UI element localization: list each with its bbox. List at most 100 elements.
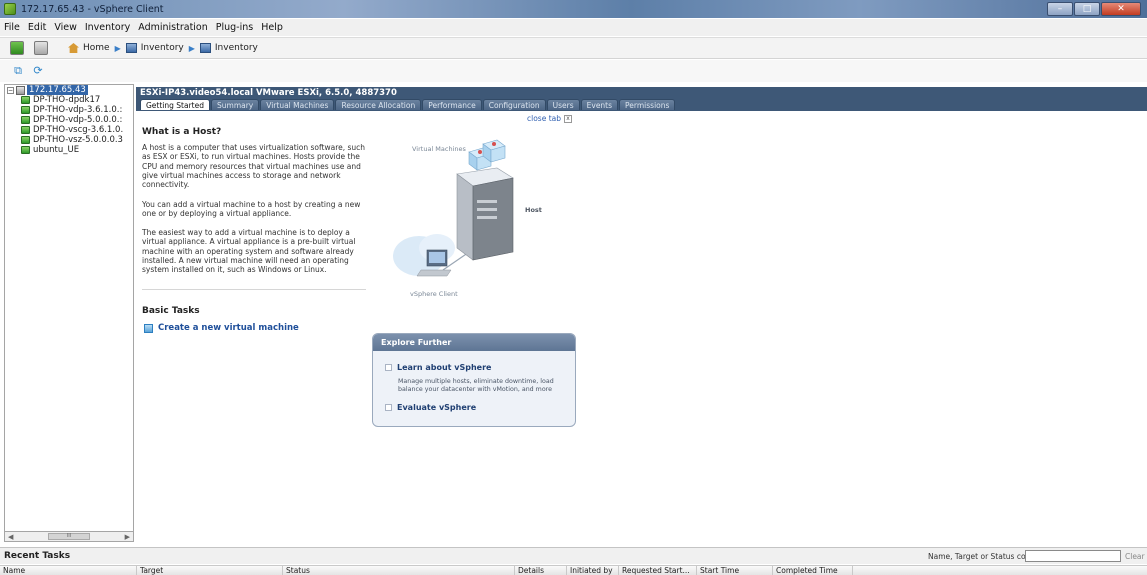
tasks-table-header: Name Target Status Details Initiated by …: [0, 565, 1147, 575]
forward-arrow-icon[interactable]: [10, 41, 24, 55]
vm-status-dot: [478, 150, 482, 154]
bullet-icon: [385, 404, 392, 411]
action-toolbar: ⧉ ⟳: [0, 60, 1147, 82]
host-title: ESXi-IP43.video54.local VMware ESXi, 6.5…: [140, 88, 397, 98]
column-details[interactable]: Details: [514, 566, 566, 575]
tree-vm-label[interactable]: DP-THO-vsz-5.0.0.0.3: [33, 135, 123, 145]
vm-powered-on-icon: [21, 126, 30, 134]
vsphere-client-label: vSphere Client: [410, 290, 458, 298]
basic-tasks-heading: Basic Tasks: [142, 306, 200, 316]
inventory-tree: − 172.17.65.43 DP-THO-dpdk17 DP-THO-vdp-…: [4, 84, 134, 541]
close-tab-label[interactable]: close tab: [527, 114, 561, 123]
scroll-thumb[interactable]: III: [48, 533, 90, 540]
column-start-time[interactable]: Start Time: [696, 566, 772, 575]
filter-input[interactable]: [1025, 550, 1121, 562]
tab-events[interactable]: Events: [580, 99, 619, 110]
close-window-button[interactable]: ✕: [1101, 2, 1141, 16]
tab-users[interactable]: Users: [546, 99, 580, 110]
learn-vsphere-label[interactable]: Learn about vSphere: [397, 363, 491, 372]
evaluate-vsphere-link[interactable]: Evaluate vSphere: [385, 403, 476, 412]
scroll-right-icon[interactable]: ▶: [125, 533, 130, 541]
vm-powered-on-icon: [21, 146, 30, 154]
paragraph-add-vm: You can add a virtual machine to a host …: [142, 200, 361, 219]
back-arrow-icon[interactable]: [34, 41, 48, 55]
close-tab-link[interactable]: close tab x: [527, 114, 572, 123]
tree-vm-label[interactable]: DP-THO-vdp-3.6.1.0.:: [33, 105, 122, 115]
vm-status-dot: [492, 142, 496, 146]
column-target[interactable]: Target: [136, 566, 282, 575]
column-status[interactable]: Status: [282, 566, 514, 575]
refresh-icon[interactable]: ⟳: [32, 65, 44, 77]
menu-edit[interactable]: Edit: [28, 22, 46, 33]
tree-vm-item[interactable]: DP-THO-vdp-3.6.1.0.:: [5, 105, 133, 115]
breadcrumb-arrow-icon: ▶: [114, 43, 121, 53]
virtual-machines-label: Virtual Machines: [412, 145, 466, 153]
tree-horizontal-scrollbar[interactable]: ◀ III ▶: [4, 531, 134, 542]
column-initiated-by[interactable]: Initiated by: [566, 566, 618, 575]
tree-vm-item[interactable]: DP-THO-dpdk17: [5, 95, 133, 105]
window-title: 172.17.65.43 - vSphere Client: [21, 3, 164, 15]
menu-view[interactable]: View: [54, 22, 77, 33]
column-name[interactable]: Name: [0, 566, 136, 575]
vsphere-client-window: 172.17.65.43 - vSphere Client – □ ✕ File…: [0, 0, 1147, 575]
tab-configuration[interactable]: Configuration: [482, 99, 546, 110]
navigation-toolbar: Home ▶ Inventory ▶ Inventory: [0, 37, 1147, 59]
learn-vsphere-description: Manage multiple hosts, eliminate downtim…: [398, 378, 554, 393]
tree-host-label[interactable]: 172.17.65.43: [27, 85, 88, 95]
tab-permissions[interactable]: Permissions: [619, 99, 676, 110]
column-requested-start[interactable]: Requested Start...: [618, 566, 696, 575]
menu-plugins[interactable]: Plug-ins: [216, 22, 253, 33]
tab-virtual-machines[interactable]: Virtual Machines: [260, 99, 335, 110]
tree-vm-item[interactable]: DP-THO-vscg-3.6.1.0.: [5, 125, 133, 135]
breadcrumb-inventory[interactable]: Inventory: [141, 43, 184, 53]
tab-resource-allocation[interactable]: Resource Allocation: [335, 99, 422, 110]
new-vm-icon[interactable]: ⧉: [12, 65, 24, 77]
clear-link[interactable]: Clear: [1125, 552, 1145, 561]
vsphere-app-icon: [4, 3, 16, 15]
inventory-icon: [125, 43, 137, 53]
home-icon: [68, 43, 79, 53]
paragraph-host: A host is a computer that uses virtualiz…: [142, 143, 366, 190]
close-icon[interactable]: x: [564, 114, 572, 123]
breadcrumb-inventory-view[interactable]: Inventory: [215, 43, 258, 53]
tree-vm-label[interactable]: DP-THO-vscg-3.6.1.0.: [33, 125, 123, 135]
tree-vm-item[interactable]: DP-THO-vdp-5.0.0.0.:: [5, 115, 133, 125]
recent-tasks-bar: Recent Tasks Name, Target or Status cont…: [0, 547, 1147, 564]
create-vm-link[interactable]: Create a new virtual machine: [144, 323, 299, 333]
host-diagram: Virtual Machines Host vSphere Client: [385, 130, 565, 305]
menu-inventory[interactable]: Inventory: [85, 22, 130, 33]
tab-getting-started[interactable]: Getting Started: [140, 99, 210, 110]
menu-file[interactable]: File: [4, 22, 20, 33]
maximize-button[interactable]: □: [1074, 2, 1100, 16]
keyboard-shape: [416, 269, 452, 277]
divider: [142, 289, 366, 290]
vm-powered-on-icon: [21, 116, 30, 124]
menu-help[interactable]: Help: [261, 22, 283, 33]
tab-summary[interactable]: Summary: [211, 99, 260, 110]
explore-further-panel: Explore Further Learn about vSphere Mana…: [372, 333, 576, 427]
breadcrumb-home[interactable]: Home: [83, 43, 110, 53]
tab-performance[interactable]: Performance: [422, 99, 482, 110]
tree-vm-label[interactable]: DP-THO-vdp-5.0.0.0.:: [33, 115, 122, 125]
vm-powered-on-icon: [21, 96, 30, 104]
vm-powered-on-icon: [21, 106, 30, 114]
tree-vm-label[interactable]: DP-THO-dpdk17: [33, 95, 100, 105]
tree-vm-item[interactable]: ubuntu_UE: [5, 145, 133, 155]
menu-administration[interactable]: Administration: [138, 22, 208, 33]
evaluate-vsphere-label[interactable]: Evaluate vSphere: [397, 403, 476, 412]
minimize-button[interactable]: –: [1047, 2, 1073, 16]
host-diagram-graphic: [393, 139, 514, 277]
paragraph-appliance: The easiest way to add a virtual machine…: [142, 228, 356, 275]
server-bay-shape: [477, 208, 497, 211]
tree-host-row[interactable]: − 172.17.65.43: [5, 85, 133, 95]
scroll-left-icon[interactable]: ◀: [8, 533, 13, 541]
server-bay-shape: [477, 216, 497, 219]
host-server-icon: [16, 85, 25, 95]
breadcrumb: Home ▶ Inventory ▶ Inventory: [68, 43, 258, 53]
learn-vsphere-link[interactable]: Learn about vSphere: [385, 363, 491, 372]
column-completed-time[interactable]: Completed Time: [772, 566, 852, 575]
tree-vm-label[interactable]: ubuntu_UE: [33, 145, 79, 155]
create-vm-label[interactable]: Create a new virtual machine: [158, 323, 299, 333]
collapse-icon[interactable]: −: [7, 86, 14, 94]
tree-vm-item[interactable]: DP-THO-vsz-5.0.0.0.3: [5, 135, 133, 145]
